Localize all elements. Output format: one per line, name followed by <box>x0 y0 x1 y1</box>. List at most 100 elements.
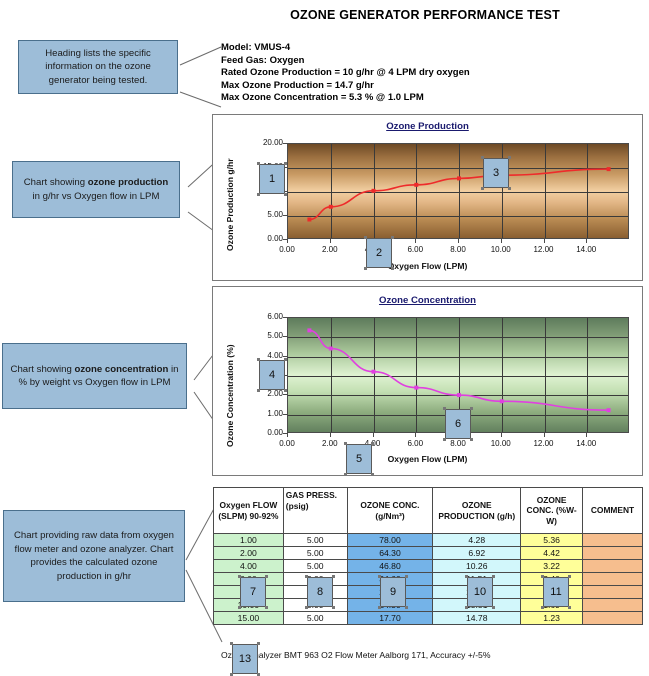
info-line-rated-production: Rated Ozone Production = 10 g/hr @ 4 LPM… <box>221 67 470 79</box>
series-marker <box>606 408 611 413</box>
table-header-row: Oxygen FLOW (SLPM) 90-92% GAS PRESS. (ps… <box>213 487 643 534</box>
callout-data-table: Chart providing raw data from oxygen flo… <box>3 510 185 602</box>
info-line-max-production: Max Ozone Production = 14.7 g/hr <box>221 79 374 91</box>
x-axis-tickmark <box>500 433 502 437</box>
info-line-max-concentration: Max Ozone Concentration = 5.3 % @ 1.0 LP… <box>221 92 424 104</box>
x-axis-tickmark <box>287 239 288 243</box>
series-marker <box>606 167 611 172</box>
table-cell <box>582 585 643 599</box>
table-cell <box>582 546 643 560</box>
series-marker <box>457 393 461 398</box>
x-axis-tick-label: 10.00 <box>490 439 511 448</box>
info-line-feed-gas: Feed Gas: Oxygen <box>221 54 305 66</box>
table-row: 6.005.0034.6011.512.40 <box>213 572 643 586</box>
ozone-production-chart-title: Ozone Production <box>386 121 469 132</box>
x-axis-tickmark <box>329 433 331 437</box>
info-line-model: Model: VMUS-4 <box>221 42 291 53</box>
series-marker <box>499 399 504 404</box>
table-cell <box>582 598 643 612</box>
table-cell <box>582 611 643 625</box>
x-axis-tickmark <box>372 433 374 437</box>
instrument-footnote: Ozone Analyzer BMT 963 O2 Flow Meter Aal… <box>221 650 491 660</box>
x-axis-tick-label: 12.00 <box>533 439 554 448</box>
table-cell <box>582 572 643 586</box>
y-axis-tickmark <box>283 215 287 216</box>
ozone-concentration-xlabel: Oxygen Flow (LPM) <box>387 454 468 464</box>
x-axis-tickmark <box>543 239 545 243</box>
callout-data-table-text: Chart providing raw data from oxygen flo… <box>14 530 174 582</box>
annotation-badge-10[interactable]: 10 <box>465 575 495 609</box>
annotation-badge-9[interactable]: 9 <box>378 575 408 609</box>
table-cell: 46.80 <box>346 559 434 573</box>
table-row: 2.00 5.00 64.30 6.92 4.42 <box>213 546 643 560</box>
callout-heading: Heading lists the specific information o… <box>18 40 178 94</box>
ozone-concentration-ylabel: Ozone Concentration (%) <box>225 344 235 447</box>
callout-concentration-chart: Chart showing ozone concentration in % b… <box>2 343 187 409</box>
series-line <box>309 329 609 411</box>
annotation-badge-8[interactable]: 8 <box>305 575 335 609</box>
ozone-concentration-chart-title: Ozone Concentration <box>378 295 476 306</box>
x-axis-tick-label: 14.00 <box>576 245 597 254</box>
table-cell: 78.00 <box>346 533 434 547</box>
annotation-badge-2[interactable]: 2 <box>364 236 394 270</box>
table-cell: 5.36 <box>520 533 584 547</box>
annotation-badge-1[interactable]: 1 <box>257 162 287 196</box>
callout-heading-text: Heading lists the specific information o… <box>45 47 151 86</box>
x-axis-tick-label: 0.00 <box>279 245 295 254</box>
y-axis-tickmark <box>283 413 287 415</box>
table-cell: 10.26 <box>432 559 522 573</box>
table-row: 4.00 5.00 46.80 10.26 3.22 <box>213 559 643 573</box>
x-axis-tick-label: 10.00 <box>490 245 511 254</box>
annotation-badge-5[interactable]: 5 <box>344 442 374 476</box>
ozone-production-xlabel: Oxygen Flow (LPM) <box>387 261 468 271</box>
x-axis-tick-label: 14.00 <box>576 439 597 448</box>
annotation-badge-6[interactable]: 6 <box>443 407 473 441</box>
y-axis-tickmark <box>283 143 287 144</box>
x-axis-tickmark <box>586 433 588 437</box>
series-marker <box>328 346 333 351</box>
y-axis-tick-label: 5.00 <box>267 331 283 341</box>
series-marker <box>414 182 419 187</box>
table-cell: 4.28 <box>432 533 522 547</box>
table-cell: 1.23 <box>520 611 584 625</box>
y-axis-tickmark <box>283 355 287 357</box>
table-cell: 4.42 <box>520 546 584 560</box>
annotation-badge-13[interactable]: 13 <box>230 642 260 676</box>
table-cell <box>582 559 643 573</box>
table-header-oxygen-flow: Oxygen FLOW (SLPM) 90-92% <box>213 487 284 534</box>
y-axis-tick-label: 20.00 <box>262 138 283 147</box>
table-cell <box>582 533 643 547</box>
x-axis-tick-label: 0.00 <box>279 439 295 448</box>
series-marker <box>371 369 376 374</box>
table-row: 1.00 5.00 78.00 4.28 5.36 <box>213 533 643 547</box>
y-axis-tick-label: 1.00 <box>267 408 283 418</box>
series-marker <box>328 204 333 209</box>
annotation-badge-3[interactable]: 3 <box>481 156 511 190</box>
x-axis-tickmark <box>543 433 545 437</box>
ozone-production-plot-area <box>287 143 629 239</box>
callout-concentration-chart-text: Chart showing ozone concentration in % b… <box>10 363 179 389</box>
table-header-comment: COMMENT <box>582 487 643 534</box>
table-cell: 64.30 <box>346 546 434 560</box>
y-axis-tickmark <box>283 336 287 338</box>
series-marker <box>414 385 419 390</box>
y-axis-tick-label: 0.00 <box>267 428 283 437</box>
x-axis-tickmark <box>329 239 331 243</box>
annotation-badge-7[interactable]: 7 <box>238 575 268 609</box>
x-axis-tick-label: 8.00 <box>450 245 466 254</box>
table-row: 8.005.0028.9012.842.01 <box>213 585 643 599</box>
table-header-gas-pressure: GAS PRESS. (psig) <box>282 487 348 534</box>
table-header-ozone-conc-gnm3: OZONE CONC. (g/Nm³) <box>346 487 434 534</box>
annotation-badge-4[interactable]: 4 <box>257 358 287 392</box>
series-overlay <box>307 167 611 222</box>
table-cell: 5.00 <box>282 546 348 560</box>
y-axis-tick-label: 0.00 <box>267 234 283 243</box>
series-marker <box>307 328 312 333</box>
x-axis-tick-label: 6.00 <box>407 245 424 254</box>
table-cell: 5.00 <box>282 559 348 573</box>
series-marker <box>371 188 376 193</box>
x-axis-tickmark <box>287 433 288 437</box>
annotation-badge-11[interactable]: 11 <box>541 575 571 609</box>
performance-data-table: Oxygen FLOW (SLPM) 90-92% GAS PRESS. (ps… <box>213 487 643 625</box>
ozone-production-ylabel: Ozone Production g/hr <box>225 158 235 251</box>
